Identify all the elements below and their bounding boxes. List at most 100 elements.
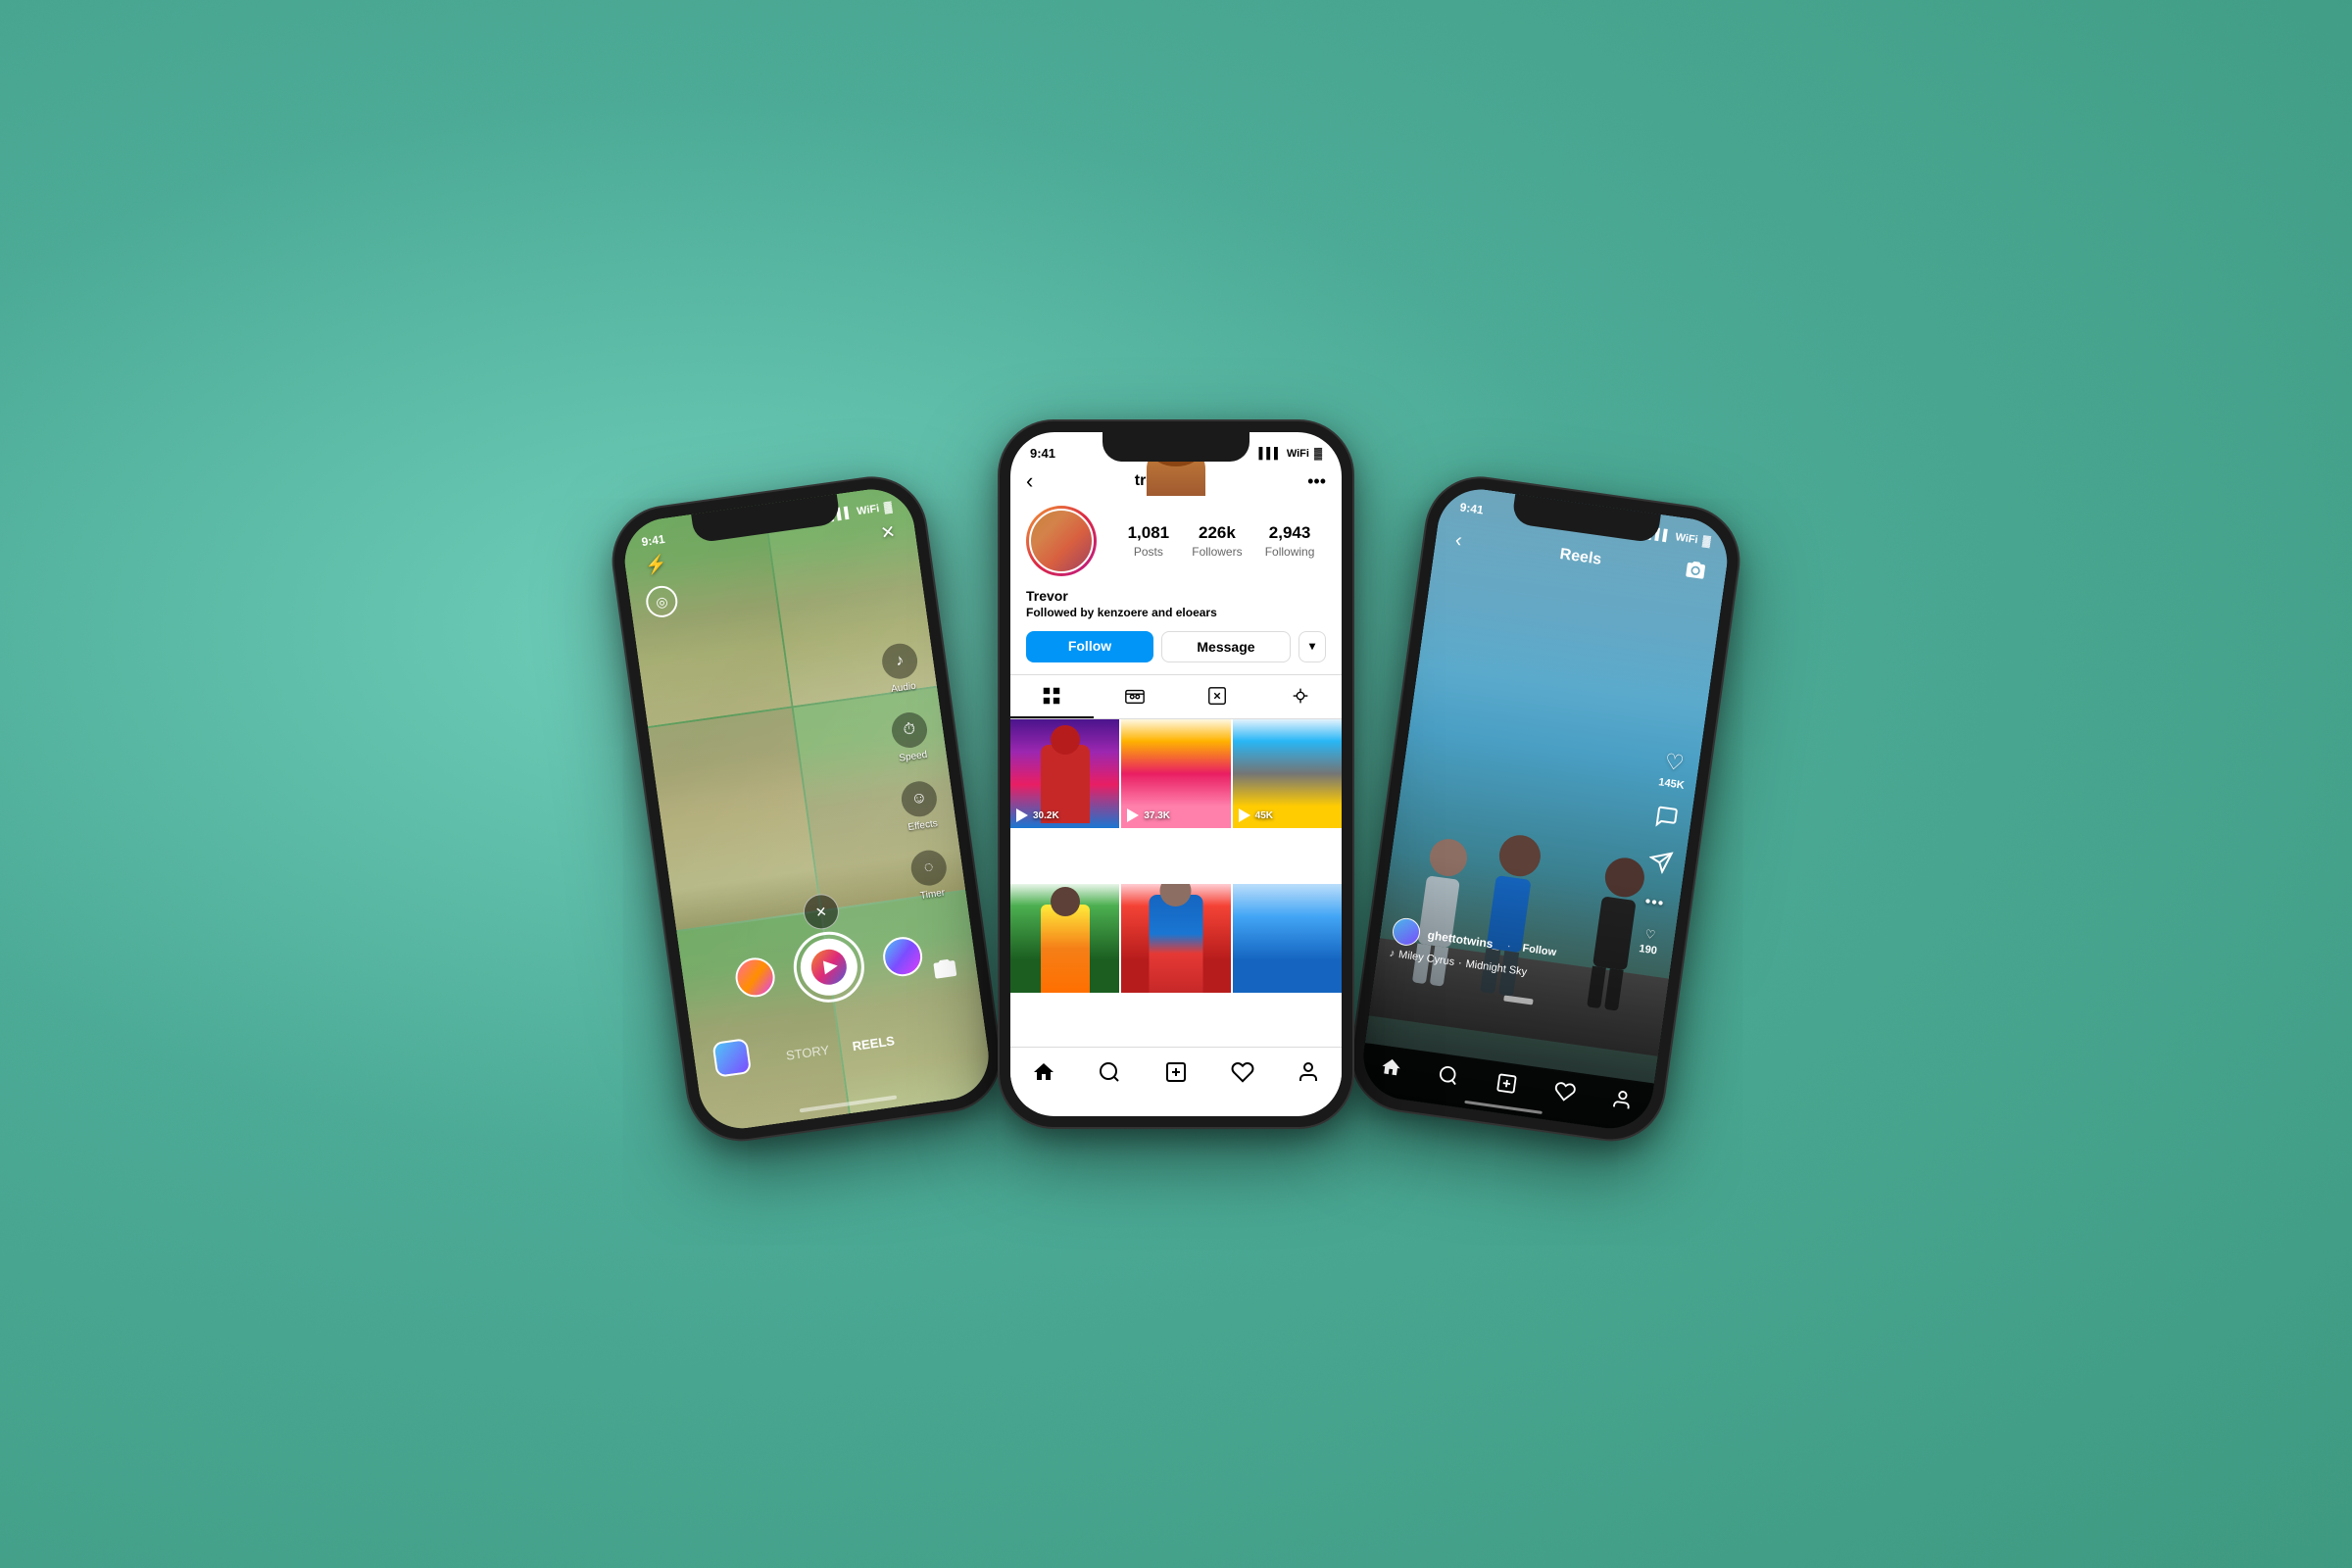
notch-center [1102, 432, 1250, 462]
record-area [731, 919, 927, 1015]
camera-flip-icon [932, 956, 958, 982]
back-button[interactable]: ‹ [1026, 468, 1033, 494]
profile-name: Trevor [1026, 588, 1326, 604]
reels-share-action[interactable] [1646, 849, 1674, 881]
post-thumb-1[interactable]: 30.2K [1010, 719, 1119, 828]
bottom-nav [1010, 1047, 1342, 1106]
audio-icon: ♪ [880, 641, 920, 681]
nav-profile[interactable] [1289, 1057, 1328, 1087]
reels-comment-action[interactable] [1652, 804, 1680, 836]
followers-stat[interactable]: 226k Followers [1192, 523, 1242, 559]
post-thumb-2[interactable]: 37.3K [1121, 719, 1230, 828]
post-image-4 [1010, 884, 1119, 993]
home-icon [1032, 1060, 1055, 1084]
close-icon[interactable]: ✕ [879, 521, 897, 544]
battery-icon-right: ▓ [1702, 535, 1712, 548]
phone-left: 9:41 ▌▌▌ WiFi ▓ ⚡ ✕ ◎ [607, 471, 1005, 1146]
effects-control[interactable]: ☺ Effects [900, 779, 942, 834]
message-button[interactable]: Message [1161, 631, 1291, 662]
followers-count: 226k [1199, 523, 1236, 543]
nav-search[interactable] [1090, 1057, 1129, 1087]
posts-stat: 1,081 Posts [1128, 523, 1170, 559]
posts-grid: 30.2K 37.3K 45K [1010, 719, 1342, 1047]
creator-avatar[interactable] [711, 1038, 752, 1078]
record-button-inner[interactable] [797, 935, 861, 1000]
post-thumb-3[interactable]: 45K [1233, 719, 1342, 828]
reels-heart-icon [1552, 1079, 1577, 1103]
lens-icon[interactable]: ◎ [644, 584, 679, 619]
audio-control[interactable]: ♪ Audio [880, 641, 922, 696]
wifi-icon: WiFi [857, 503, 881, 517]
camera-icon [1684, 559, 1708, 583]
post-thumb-4[interactable] [1010, 884, 1119, 993]
camera-flip-button[interactable] [932, 956, 959, 988]
effect-pill-2[interactable] [881, 935, 925, 979]
reels-search-icon [1437, 1063, 1461, 1088]
add-icon [1164, 1060, 1188, 1084]
post-play-count-3: 45K [1239, 808, 1273, 822]
reels-nav-heart[interactable] [1552, 1079, 1577, 1103]
timer-control[interactable]: ◌ Timer [908, 848, 951, 903]
more-options-button[interactable]: ••• [1307, 471, 1326, 492]
views-number: 190 [1639, 943, 1658, 956]
tab-grid[interactable] [1010, 675, 1094, 718]
follower2-name[interactable]: eloears [1176, 606, 1217, 619]
timer-label: Timer [919, 888, 945, 902]
delete-button[interactable]: ✕ [802, 892, 842, 932]
like-count: 145K [1658, 776, 1686, 792]
following-count: 2,943 [1269, 523, 1311, 543]
tab-mentions[interactable] [1259, 675, 1343, 718]
tab-reels[interactable] [1094, 675, 1177, 718]
effect-pill-1[interactable] [733, 956, 777, 1000]
wifi-icon-center: WiFi [1287, 448, 1309, 460]
following-stat[interactable]: 2,943 Following [1265, 523, 1315, 559]
music-note-icon: ♪ [1389, 948, 1396, 960]
reels-username[interactable]: ghettotwins_ [1427, 928, 1500, 952]
reels-header-title: Reels [1558, 546, 1602, 569]
nav-heart[interactable] [1223, 1057, 1262, 1087]
reels-nav-add[interactable] [1494, 1071, 1519, 1096]
play-icon-1 [1016, 808, 1028, 822]
post-thumb-5[interactable] [1121, 884, 1230, 993]
profile-avatar[interactable] [1026, 506, 1097, 576]
follower1-name[interactable]: kenzoere [1098, 606, 1149, 619]
flash-icon[interactable]: ⚡ [644, 554, 668, 577]
nav-add[interactable] [1156, 1057, 1196, 1087]
reels-back-button[interactable]: ‹ [1454, 529, 1464, 553]
record-button-outer [789, 927, 868, 1006]
nav-home[interactable] [1024, 1057, 1063, 1087]
follow-button[interactable]: Follow [1026, 631, 1153, 662]
reels-nav-home[interactable] [1379, 1055, 1403, 1080]
phone-center-screen: 9:41 ▌▌▌ WiFi ▓ ‹ trevorbell ••• [1010, 432, 1342, 1116]
battery-icon: ▓ [883, 501, 893, 514]
story-label[interactable]: STORY [785, 1043, 830, 1063]
tagged-icon [1206, 685, 1228, 707]
post-thumb-6[interactable] [1233, 884, 1342, 993]
grid-icon [1041, 685, 1062, 707]
comment-svg-icon [1653, 804, 1680, 830]
comment-icon [1652, 804, 1680, 836]
reels-label[interactable]: REELS [852, 1033, 896, 1054]
reels-follow-button[interactable]: Follow [1522, 943, 1557, 959]
reels-user-avatar[interactable] [1391, 916, 1422, 948]
reels-view-screen: 9:41 ▌▌▌ WiFi ▓ ‹ Reels [1358, 484, 1734, 1134]
reels-nav-profile[interactable] [1610, 1088, 1635, 1112]
reels-camera-button[interactable] [1683, 559, 1708, 589]
search-icon [1098, 1060, 1121, 1084]
posts-label: Posts [1134, 545, 1163, 559]
reels-more-action[interactable]: ••• [1643, 894, 1665, 914]
timer-icon: ◌ [908, 848, 949, 888]
profile-time: 9:41 [1030, 446, 1055, 461]
reels-logo-icon [807, 945, 851, 989]
tab-tagged[interactable] [1176, 675, 1259, 718]
play-icon-2 [1127, 808, 1139, 822]
reels-nav-search[interactable] [1437, 1063, 1461, 1088]
reels-creator-screen: 9:41 ▌▌▌ WiFi ▓ ⚡ ✕ ◎ [619, 484, 995, 1134]
audio-label: Audio [891, 681, 917, 695]
profile-info: 1,081 Posts 226k Followers 2,943 Followi… [1010, 502, 1342, 588]
speed-control[interactable]: ⏱ Speed [890, 710, 932, 765]
reels-dot: · [1506, 940, 1511, 952]
phone-right-screen: 9:41 ▌▌▌ WiFi ▓ ‹ Reels [1358, 484, 1734, 1134]
chevron-button[interactable]: ▾ [1298, 631, 1326, 662]
phones-container: 9:41 ▌▌▌ WiFi ▓ ⚡ ✕ ◎ [686, 431, 1666, 1137]
